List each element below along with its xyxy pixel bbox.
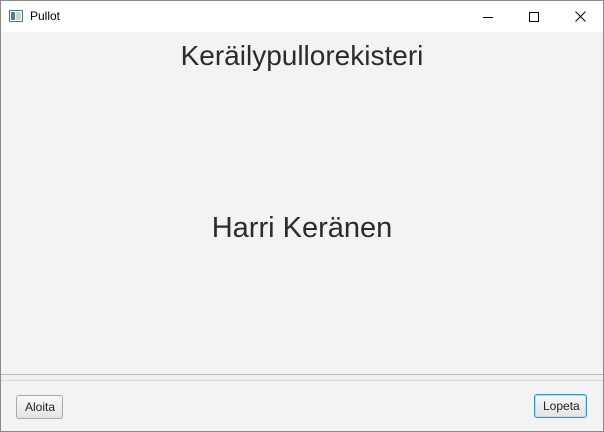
close-button[interactable] [557, 1, 603, 32]
author-name: Harri Keränen [211, 212, 393, 244]
minimize-icon [483, 16, 493, 18]
split-divider[interactable] [1, 374, 603, 381]
title-bar[interactable]: Pullot [1, 1, 603, 32]
page-title: Keräilypullorekisteri [180, 40, 424, 71]
minimize-button[interactable] [465, 1, 511, 32]
quit-button[interactable]: Lopeta [534, 394, 587, 418]
maximize-icon [529, 11, 539, 22]
maximize-button[interactable] [511, 1, 557, 32]
app-icon [9, 10, 23, 22]
close-icon [574, 11, 586, 22]
window-title: Pullot [30, 9, 61, 23]
start-button[interactable]: Aloita [16, 395, 63, 419]
app-window: Pullot Keräilypullorekisteri Harri Kerän… [0, 0, 604, 432]
